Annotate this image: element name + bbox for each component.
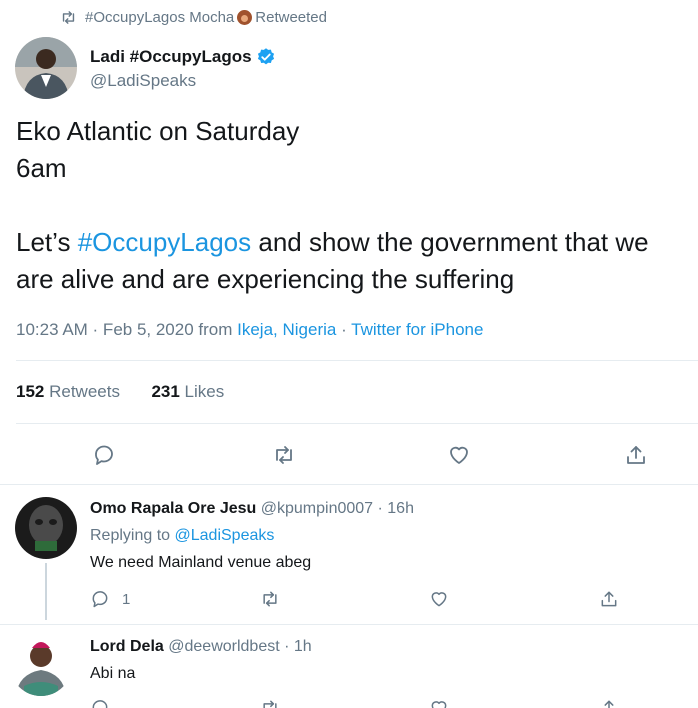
tweet-text-line: are alive and are experiencing the suffe… xyxy=(16,264,515,294)
retweeted-label: Retweeted xyxy=(255,9,327,26)
reply-icon[interactable] xyxy=(90,698,110,708)
replying-to-link[interactable]: @LadiSpeaks xyxy=(175,527,275,544)
reply-avatar[interactable] xyxy=(10,634,72,696)
tweet-meta: 10:23 AM · Feb 5, 2020 from Ikeja, Niger… xyxy=(16,320,483,340)
reply-count: 1 xyxy=(122,591,131,608)
tweet-text-line: 6am xyxy=(16,153,67,183)
divider xyxy=(0,624,698,625)
tweet-text: Eko Atlantic on Saturday 6am Let’s #Occu… xyxy=(16,113,649,298)
reply-author-handle[interactable]: @kpumpin0007 · 16h xyxy=(261,500,414,517)
reply-author-handle[interactable]: @deeworldbest · 1h xyxy=(168,638,311,655)
retweets-count: 152 xyxy=(16,382,45,401)
retweet-icon[interactable] xyxy=(260,589,280,609)
tweet-text-line: Eko Atlantic on Saturday xyxy=(16,116,300,146)
tweet-text-prefix: Let’s xyxy=(16,227,78,257)
tweet-text-line: Let’s #OccupyLagos and show the governme… xyxy=(16,224,649,261)
author-name[interactable]: Ladi #OccupyLagos xyxy=(90,47,252,67)
like-icon[interactable] xyxy=(429,698,449,708)
replying-to-prefix: Replying to xyxy=(90,527,175,544)
reply-text: Abi na xyxy=(90,665,136,682)
reply-text: We need Mainland venue abeg xyxy=(90,554,312,571)
divider xyxy=(16,423,698,424)
share-icon[interactable] xyxy=(599,698,619,708)
like-icon[interactable] xyxy=(447,443,471,467)
meta-separator: · xyxy=(336,320,352,339)
reply-author-name[interactable]: Lord Dela xyxy=(90,638,164,655)
reply-author-name[interactable]: Omo Rapala Ore Jesu xyxy=(90,500,256,517)
likes-label: Likes xyxy=(179,382,225,401)
tweet-text-suffix: and show the government that we xyxy=(251,227,649,257)
location-link[interactable]: Ikeja, Nigeria xyxy=(237,320,336,339)
reply-icon[interactable] xyxy=(92,443,116,467)
share-icon[interactable] xyxy=(624,443,648,467)
retweet-icon xyxy=(62,11,75,24)
share-icon[interactable] xyxy=(599,589,619,609)
author-handle[interactable]: @LadiSpeaks xyxy=(90,71,196,91)
source-link[interactable]: Twitter for iPhone xyxy=(351,320,483,339)
retweet-context: #OccupyLagos Mocha Retweeted xyxy=(60,9,327,26)
woman-emoji-icon xyxy=(237,10,253,25)
hashtag-link[interactable]: #OccupyLagos xyxy=(78,227,251,257)
divider xyxy=(0,484,698,485)
retweet-icon[interactable] xyxy=(260,698,280,708)
tweet-stats: 152 Retweets 231 Likes xyxy=(16,382,224,402)
reply-header: Lord Dela @deeworldbest · 1h xyxy=(90,638,312,656)
retweets-stat[interactable]: 152 Retweets xyxy=(16,382,120,401)
likes-stat[interactable]: 231 Likes xyxy=(151,382,224,401)
like-icon[interactable] xyxy=(429,589,449,609)
verified-icon xyxy=(257,48,274,65)
likes-count: 231 xyxy=(151,382,180,401)
retweets-label: Retweets xyxy=(44,382,120,401)
retweeter-name[interactable]: #OccupyLagos Mocha xyxy=(85,9,234,26)
thread-line xyxy=(45,563,47,620)
divider xyxy=(16,360,698,361)
tweet-timestamp[interactable]: 10:23 AM · Feb 5, 2020 from xyxy=(16,320,237,339)
retweet-icon[interactable] xyxy=(272,443,296,467)
replying-to: Replying to @LadiSpeaks xyxy=(90,527,274,545)
reply-icon[interactable] xyxy=(90,589,110,609)
author-name-row[interactable]: Ladi #OccupyLagos xyxy=(90,47,276,67)
reply-avatar[interactable] xyxy=(15,497,77,559)
reply-header: Omo Rapala Ore Jesu @kpumpin0007 · 16h xyxy=(90,500,414,518)
author-avatar[interactable] xyxy=(15,37,77,99)
